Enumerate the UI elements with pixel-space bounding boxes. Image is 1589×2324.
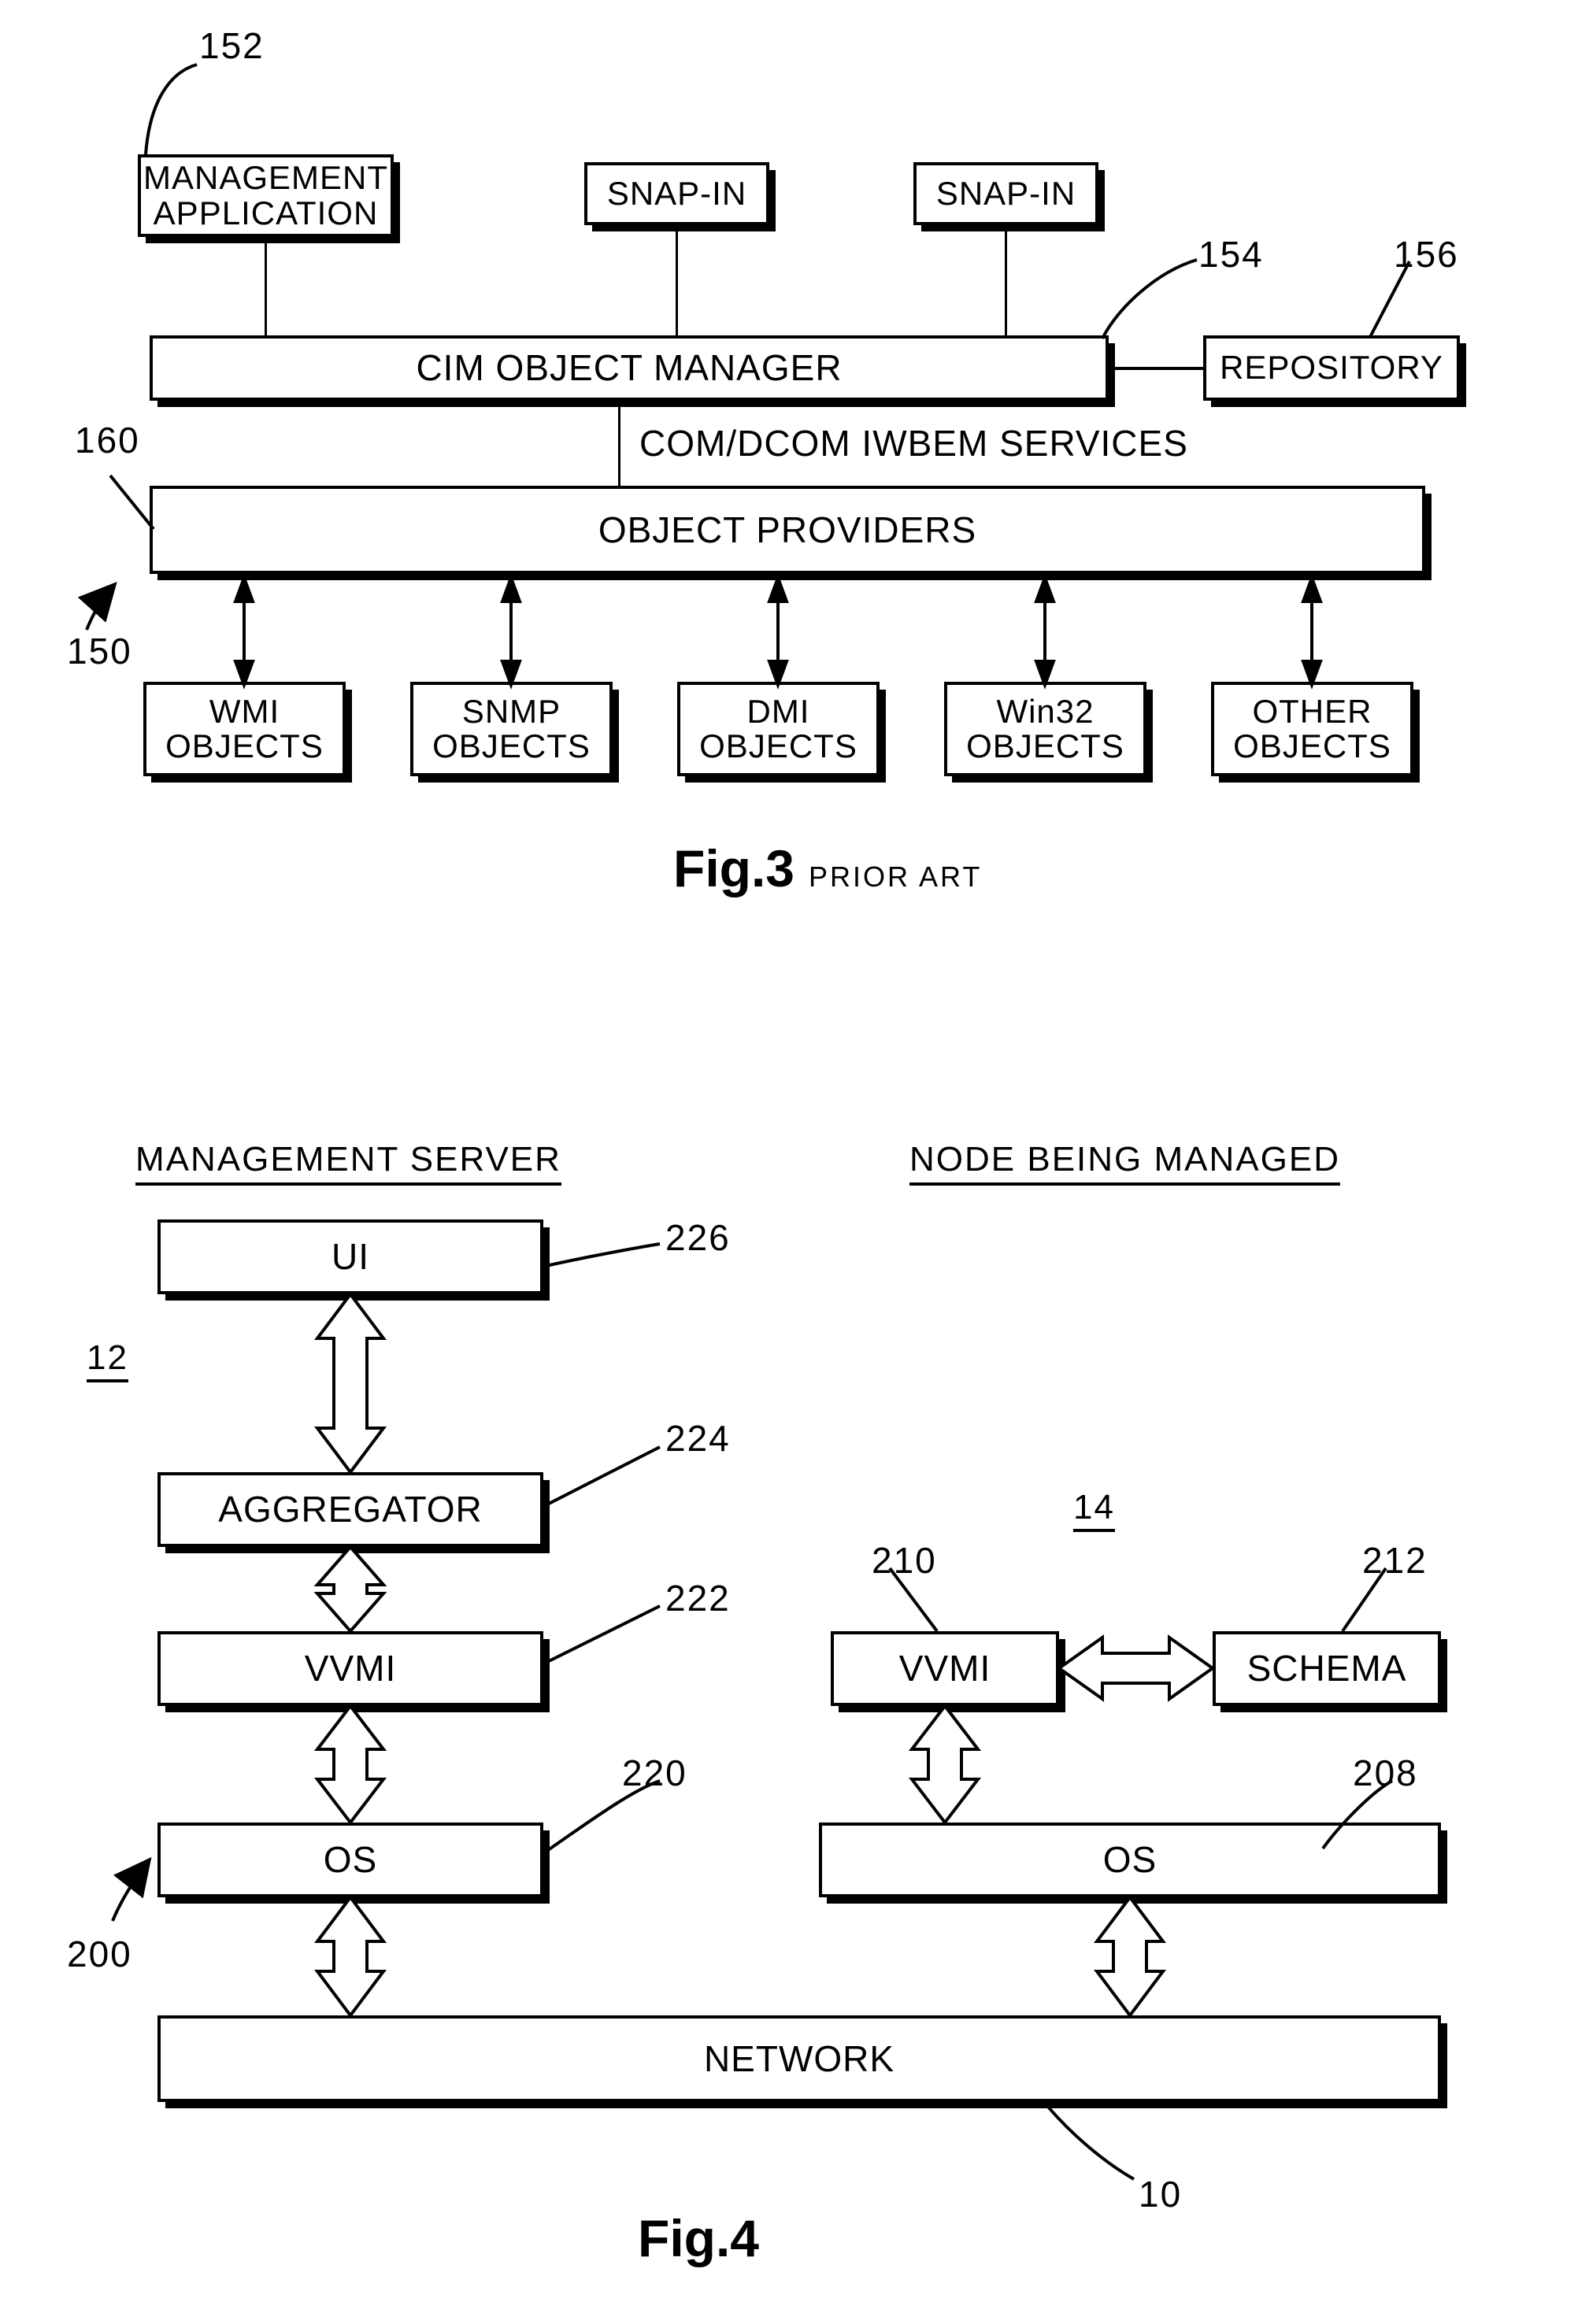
leader-154 [1101, 258, 1198, 339]
leader-160 [109, 474, 155, 531]
ref-154: 154 [1198, 234, 1264, 275]
box-network[interactable]: NETWORK [157, 2015, 1441, 2102]
patent-figure-sheet: 152 MANAGEMENT APPLICATION SNAP-IN SNAP-… [0, 0, 1589, 2324]
box-os-server-label: OS [323, 1839, 378, 1881]
ref-212: 212 [1362, 1540, 1428, 1581]
arrow-vvmi-schema [1056, 1634, 1216, 1702]
leader-222 [545, 1604, 661, 1664]
arrow-ui-aggregator [314, 1291, 387, 1475]
box-object-providers-label: OBJECT PROVIDERS [598, 509, 977, 550]
box-other-objects-label: OTHER OBJECTS [1233, 692, 1391, 764]
box-cim-object-manager[interactable]: CIM OBJECT MANAGER [150, 335, 1109, 401]
box-os-node-label: OS [1102, 1839, 1157, 1881]
box-snap-in-1[interactable]: SNAP-IN [584, 162, 769, 225]
ref-226: 226 [665, 1217, 731, 1258]
ref-14: 14 [1073, 1488, 1115, 1532]
box-repository[interactable]: REPOSITORY [1203, 335, 1460, 401]
ref-152: 152 [199, 25, 265, 66]
leader-200-arrow [111, 1856, 152, 1922]
figure-3-caption: Fig.3 PRIOR ART [673, 838, 982, 898]
figure-3-caption-label: Fig.3 [673, 839, 795, 897]
box-win32-objects-label: Win32 OBJECTS [966, 692, 1124, 764]
header-management-server: MANAGEMENT SERVER [135, 1140, 561, 1186]
box-snmp-objects[interactable]: SNMP OBJECTS [410, 682, 613, 776]
box-ui[interactable]: UI [157, 1219, 543, 1294]
ref-156: 156 [1394, 234, 1459, 275]
box-wmi-objects[interactable]: WMI OBJECTS [143, 682, 346, 776]
box-aggregator-label: AGGREGATOR [218, 1489, 483, 1530]
box-snap-in-2[interactable]: SNAP-IN [913, 162, 1098, 225]
arrow-dmi [767, 573, 789, 690]
figure-3-prior-art-note: PRIOR ART [809, 860, 983, 893]
box-snmp-objects-label: SNMP OBJECTS [432, 692, 591, 764]
arrow-other [1301, 573, 1323, 690]
box-management-application[interactable]: MANAGEMENT APPLICATION [138, 154, 394, 237]
box-win32-objects[interactable]: Win32 OBJECTS [944, 682, 1146, 776]
box-schema[interactable]: SCHEMA [1213, 1631, 1441, 1706]
arrow-snmp [500, 573, 522, 690]
box-snap-in-1-label: SNAP-IN [606, 174, 747, 212]
arrow-vvmi-os-node [908, 1703, 982, 1826]
ref-220: 220 [622, 1752, 687, 1793]
box-cim-object-manager-label: CIM OBJECT MANAGER [416, 347, 843, 389]
box-wmi-objects-label: WMI OBJECTS [165, 692, 324, 764]
arrows-providers-to-objects [233, 573, 1323, 690]
box-other-objects[interactable]: OTHER OBJECTS [1211, 682, 1413, 776]
leader-10 [1046, 2104, 1135, 2181]
leader-152 [144, 63, 198, 155]
box-snap-in-2-label: SNAP-IN [935, 174, 1076, 212]
ref-208: 208 [1353, 1752, 1418, 1793]
ref-12: 12 [87, 1338, 128, 1382]
header-node-being-managed: NODE BEING MANAGED [909, 1140, 1340, 1186]
leader-226 [545, 1242, 661, 1267]
ref-160: 160 [75, 420, 140, 461]
leader-150-arrow [77, 582, 117, 631]
figure-4-caption-label: Fig.4 [638, 2209, 760, 2267]
box-vvmi-node[interactable]: VVMI [831, 1631, 1059, 1706]
connector-snap-in-2-to-cim [1005, 225, 1007, 337]
arrow-vvmi-os-server [313, 1703, 387, 1826]
box-aggregator[interactable]: AGGREGATOR [157, 1472, 543, 1547]
leader-224 [545, 1445, 661, 1507]
box-object-providers[interactable]: OBJECT PROVIDERS [150, 486, 1425, 574]
box-vvmi-server-label: VVMI [304, 1648, 397, 1689]
arrow-os-network-server [314, 1894, 387, 2019]
arrow-aggregator-vvmi [313, 1544, 387, 1634]
connector-cim-to-object-providers [618, 401, 620, 486]
box-management-application-label: MANAGEMENT APPLICATION [143, 159, 388, 231]
box-vvmi-server[interactable]: VVMI [157, 1631, 543, 1706]
box-repository-label: REPOSITORY [1220, 349, 1443, 387]
arrow-wmi [233, 573, 255, 690]
arrow-win32 [1034, 573, 1056, 690]
box-dmi-objects-label: DMI OBJECTS [699, 692, 857, 764]
ref-150: 150 [67, 631, 132, 672]
box-ui-label: UI [332, 1236, 369, 1278]
box-schema-label: SCHEMA [1246, 1648, 1407, 1689]
ref-222: 222 [665, 1578, 731, 1619]
figure-4-caption: Fig.4 [638, 2208, 759, 2268]
box-network-label: NETWORK [703, 2037, 895, 2079]
ref-224: 224 [665, 1418, 731, 1459]
box-os-node[interactable]: OS [819, 1823, 1441, 1897]
connector-management-application-to-cim [265, 237, 267, 337]
connector-snap-in-1-to-cim [676, 225, 678, 337]
box-vvmi-node-label: VVMI [898, 1648, 991, 1689]
label-com-dcom-iwbem-services: COM/DCOM IWBEM SERVICES [639, 423, 1188, 464]
ref-210: 210 [872, 1540, 937, 1581]
connector-cim-to-repository [1109, 367, 1203, 370]
ref-10: 10 [1139, 2174, 1183, 2215]
box-dmi-objects[interactable]: DMI OBJECTS [677, 682, 880, 776]
box-os-server[interactable]: OS [157, 1823, 543, 1897]
arrow-os-network-node [1094, 1894, 1166, 2019]
ref-200: 200 [67, 1934, 132, 1974]
